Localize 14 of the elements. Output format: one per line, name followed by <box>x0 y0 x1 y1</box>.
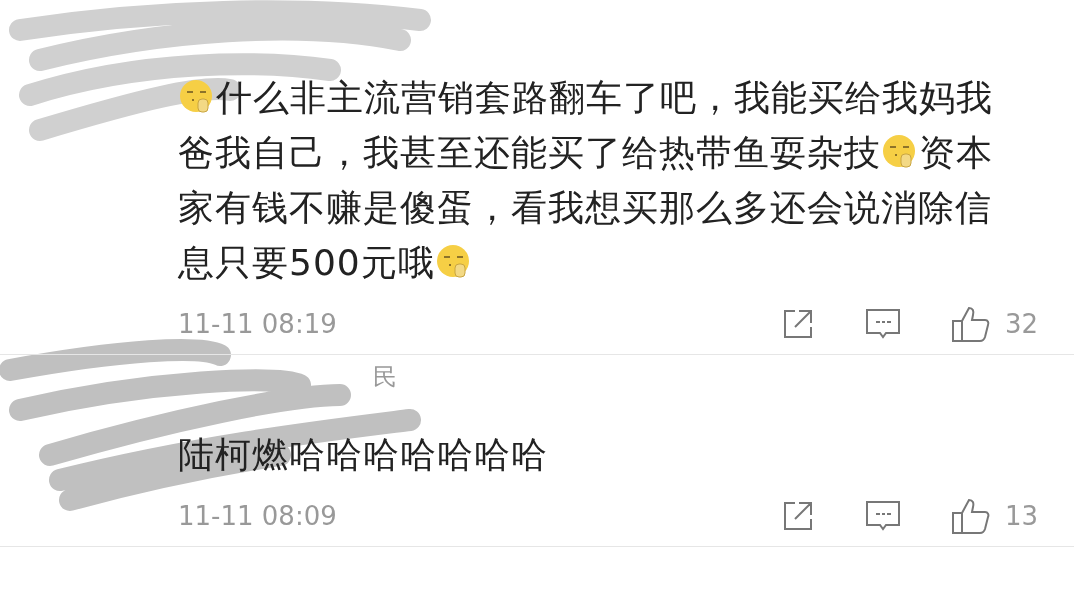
comment-text: 什么非主流营销套路翻车了吧，我能买给我妈我爸我自己，我甚至还能买了给热带鱼耍杂技 资本家有钱不赚是傻蛋，看我想买那么多还会说消除信息只要500元哦 <box>178 77 993 283</box>
shush-emoji-icon <box>435 244 472 280</box>
like-icon[interactable] <box>950 305 991 343</box>
like-icon[interactable] <box>950 497 991 535</box>
comment-text: 陆柯燃哈哈哈哈哈哈哈 <box>178 434 548 475</box>
shush-emoji-icon <box>882 134 918 170</box>
comment-time: 11-11 08:09 <box>178 501 338 531</box>
comment-icon[interactable] <box>864 307 901 341</box>
like-count: 13 <box>1004 501 1038 531</box>
username: 民 <box>373 363 397 391</box>
like-count: 32 <box>1004 309 1038 339</box>
comment-icon[interactable] <box>864 499 901 533</box>
shush-emoji-icon <box>179 79 215 115</box>
comment-time: 11-11 08:19 <box>178 309 338 339</box>
